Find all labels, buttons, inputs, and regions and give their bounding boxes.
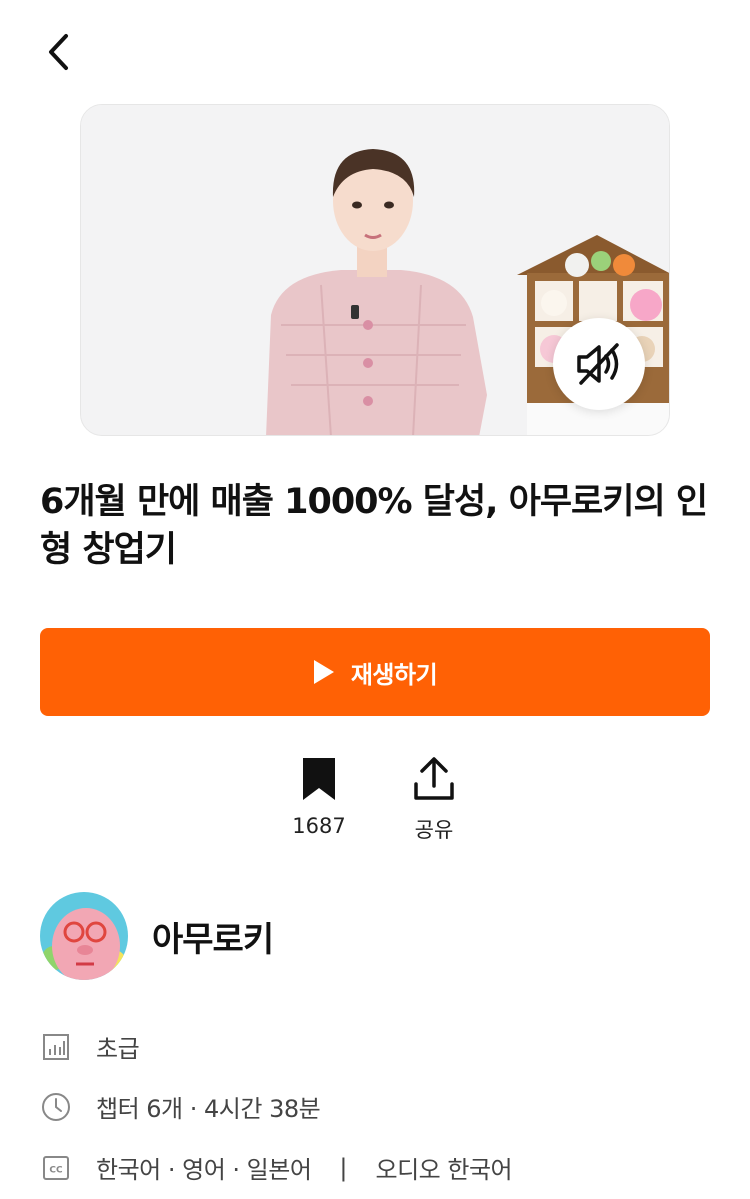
- play-icon: [313, 660, 334, 684]
- course-title: 6개월 만에 매출 1000% 달성, 아무로키의 인형 창업기: [40, 482, 708, 570]
- creator-name: 아무로키: [152, 919, 274, 960]
- closed-caption-icon: CC: [40, 1152, 72, 1184]
- duration-row: 챕터 6개 · 4시간 38분: [40, 1089, 321, 1124]
- audio-language: 오디오 한국어: [375, 1156, 513, 1184]
- avatar-image: [40, 892, 128, 980]
- svg-text:CC: CC: [49, 1165, 63, 1175]
- bookmark-button[interactable]: 1687: [269, 756, 369, 838]
- share-button[interactable]: 공유: [384, 756, 484, 844]
- clock-icon: [40, 1091, 72, 1123]
- level-row: 초급: [40, 1029, 140, 1064]
- bookmark-count: 1687: [292, 814, 346, 838]
- creator-profile[interactable]: 아무로키: [40, 892, 274, 980]
- chevron-left-icon: [49, 34, 68, 70]
- play-button-label: 재생하기: [350, 660, 438, 689]
- level-text: 초급: [96, 1035, 140, 1063]
- language-row: CC 한국어 · 영어 · 일본어 | 오디오 한국어: [40, 1150, 513, 1185]
- video-preview[interactable]: [80, 104, 670, 436]
- avatar[interactable]: [40, 892, 128, 980]
- play-button[interactable]: 재생하기: [40, 628, 710, 716]
- back-button[interactable]: [30, 28, 86, 76]
- share-label: 공유: [414, 818, 454, 842]
- bookmark-icon: [303, 758, 335, 800]
- subtitle-languages: 한국어 · 영어 · 일본어: [96, 1156, 312, 1184]
- separator: |: [339, 1153, 348, 1182]
- mute-toggle-button[interactable]: [553, 318, 645, 410]
- bar-chart-icon: [40, 1031, 72, 1063]
- speaker-muted-icon: [577, 343, 619, 385]
- share-icon: [414, 757, 454, 800]
- duration-text: 챕터 6개 · 4시간 38분: [96, 1095, 321, 1123]
